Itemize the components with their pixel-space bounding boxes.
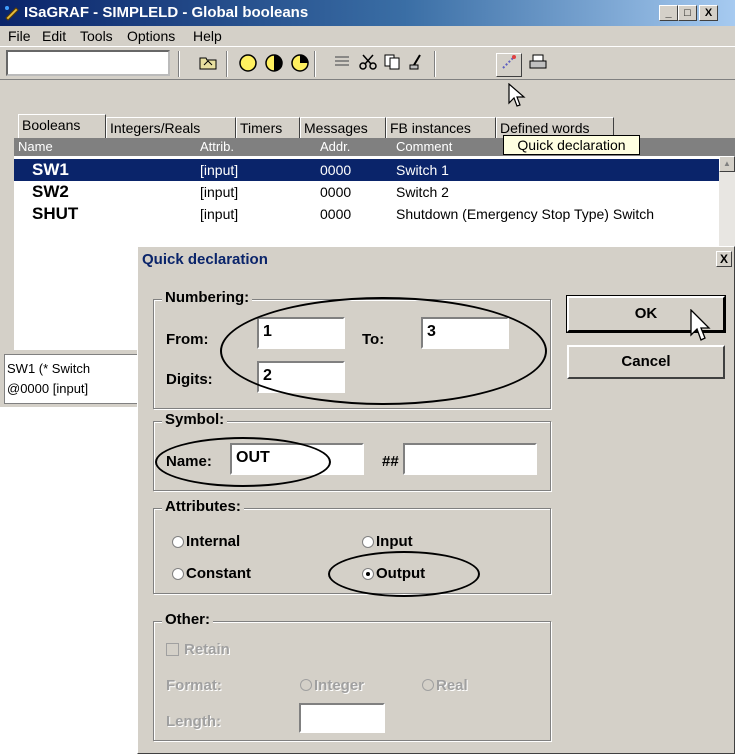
- length-field[interactable]: [299, 703, 385, 733]
- suffix-field[interactable]: [403, 443, 537, 475]
- tab-booleans[interactable]: Booleans: [18, 114, 106, 139]
- row-addr: 0000: [320, 162, 352, 178]
- highlight-oval: [328, 551, 480, 597]
- attributes-legend: Attributes:: [162, 498, 244, 515]
- toolbar-separator: [314, 51, 316, 77]
- circle-half-icon[interactable]: [262, 53, 286, 75]
- open-folder-icon[interactable]: [196, 53, 220, 75]
- cancel-button[interactable]: Cancel: [567, 345, 725, 379]
- dialog-close-button[interactable]: X: [716, 251, 732, 267]
- menu-help[interactable]: Help: [193, 28, 222, 44]
- tab-messages[interactable]: Messages: [300, 117, 386, 139]
- input-label: Input: [376, 533, 413, 550]
- menu-edit[interactable]: Edit: [42, 28, 66, 44]
- row-name: SHUT: [32, 204, 79, 223]
- menu-bar: File Edit Tools Options Help: [0, 26, 735, 46]
- print-icon[interactable]: [526, 53, 550, 75]
- toolbar: [0, 46, 735, 107]
- toolbar-separator: [178, 51, 180, 77]
- program-combo[interactable]: [6, 50, 170, 76]
- row-name: SW2: [32, 182, 69, 201]
- retain-checkbox[interactable]: [166, 643, 179, 656]
- menu-options[interactable]: Options: [127, 28, 175, 44]
- circle-yellow-icon[interactable]: [236, 53, 260, 75]
- header-name[interactable]: Name: [18, 139, 53, 154]
- table-row[interactable]: SHUT [input] 0000 Shutdown (Emergency St…: [14, 203, 719, 225]
- mouse-cursor-icon: [690, 309, 711, 341]
- info-line-1: SW1 (* Switch: [7, 361, 91, 376]
- menu-file[interactable]: File: [8, 28, 31, 44]
- circle-clock-icon[interactable]: [288, 53, 312, 75]
- radio-real[interactable]: [422, 679, 434, 691]
- header-addr[interactable]: Addr.: [320, 139, 350, 154]
- internal-label: Internal: [186, 533, 241, 550]
- integer-label: Integer: [314, 677, 365, 694]
- tab-timers[interactable]: Timers: [236, 117, 300, 139]
- table-row[interactable]: SW2 [input] 0000 Switch 2: [14, 181, 719, 203]
- quick-declaration-dialog: Quick declaration X Numbering: From: 1 T…: [137, 246, 735, 754]
- row-comment: Shutdown (Emergency Stop Type) Switch: [396, 206, 655, 222]
- header-attrib[interactable]: Attrib.: [200, 139, 234, 154]
- mouse-cursor-icon: [508, 83, 526, 107]
- row-attrib: [input]: [200, 206, 239, 222]
- scroll-up-arrow-icon[interactable]: ▲: [719, 156, 735, 172]
- toolbar-separator: [434, 51, 436, 77]
- row-name: SW1: [32, 160, 69, 179]
- from-label: From:: [166, 331, 209, 348]
- row-attrib: [input]: [200, 184, 239, 200]
- highlight-oval: [220, 297, 547, 405]
- dialog-title-bar: Quick declaration X: [138, 247, 734, 273]
- maximize-button[interactable]: □: [678, 5, 697, 21]
- radio-constant[interactable]: [172, 568, 184, 580]
- brush-icon[interactable]: [404, 53, 428, 75]
- other-legend: Other:: [162, 611, 213, 628]
- radio-input[interactable]: [362, 536, 374, 548]
- tab-integers-reals[interactable]: Integers/Reals: [106, 117, 236, 139]
- tooltip: Quick declaration: [503, 135, 640, 155]
- title-bar: ISaGRAF - SIMPLELD - Global booleans _ □…: [0, 0, 735, 26]
- radio-internal[interactable]: [172, 536, 184, 548]
- row-comment: Switch 1: [396, 162, 449, 178]
- isagraf-app-icon: [5, 6, 19, 21]
- row-attrib: [input]: [200, 162, 239, 178]
- row-comment: Switch 2: [396, 184, 449, 200]
- info-line-2: @0000 [input]: [7, 381, 89, 396]
- numbering-legend: Numbering:: [162, 289, 253, 306]
- symbol-legend: Symbol:: [162, 411, 228, 428]
- table-row[interactable]: SW1 [input] 0000 Switch 1: [14, 159, 719, 181]
- list-icon[interactable]: [330, 53, 354, 75]
- radio-integer[interactable]: [300, 679, 312, 691]
- tab-fb-instances[interactable]: FB instances: [386, 117, 496, 139]
- scissors-icon[interactable]: [356, 53, 380, 75]
- highlight-oval: [155, 437, 331, 487]
- header-comment[interactable]: Comment: [396, 139, 452, 154]
- row-addr: 0000: [320, 184, 352, 200]
- retain-label: Retain: [184, 641, 230, 658]
- close-button[interactable]: X: [699, 5, 718, 21]
- real-label: Real: [436, 677, 468, 694]
- info-text-box: SW1 (* Switch @0000 [input]: [4, 354, 140, 404]
- row-addr: 0000: [320, 206, 352, 222]
- format-label: Format:: [166, 677, 222, 694]
- copy-icon[interactable]: [380, 53, 404, 75]
- dialog-title: Quick declaration: [142, 251, 268, 268]
- constant-label: Constant: [186, 565, 251, 582]
- length-label: Length:: [166, 713, 221, 730]
- menu-tools[interactable]: Tools: [80, 28, 113, 44]
- suffix-label: ##: [382, 453, 399, 470]
- info-panel: SW1 (* Switch @0000 [input]: [0, 350, 140, 407]
- minimize-button[interactable]: _: [659, 5, 678, 21]
- quick-declaration-icon[interactable]: [496, 53, 522, 77]
- toolbar-separator: [226, 51, 228, 77]
- digits-label: Digits:: [166, 371, 213, 388]
- window-title: ISaGRAF - SIMPLELD - Global booleans: [24, 4, 309, 21]
